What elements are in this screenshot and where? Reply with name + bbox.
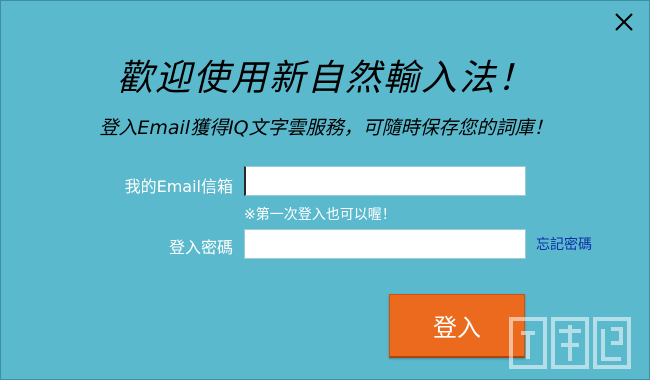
first-login-hint: ※第一次登入也可以喔！ [244, 207, 396, 223]
login-button[interactable]: 登入 [389, 294, 525, 358]
login-dialog: 歡迎使用新自然輸入法！ 登入Email獲得IQ文字雲服務，可隨時保存您的詞庫！ … [0, 0, 650, 380]
forgot-password-link[interactable]: 忘記密碼 [536, 234, 592, 254]
watermark-logo [509, 317, 631, 369]
password-label: 登入密碼 [168, 238, 233, 257]
email-field[interactable] [244, 166, 526, 196]
close-icon [615, 13, 633, 31]
password-field[interactable] [244, 229, 526, 259]
email-label: 我的Email信箱 [124, 177, 233, 196]
dialog-title: 歡迎使用新自然輸入法！ [116, 58, 535, 99]
close-button[interactable] [613, 11, 635, 33]
dialog-subtitle: 登入Email獲得IQ文字雲服務，可隨時保存您的詞庫！ [99, 117, 553, 139]
